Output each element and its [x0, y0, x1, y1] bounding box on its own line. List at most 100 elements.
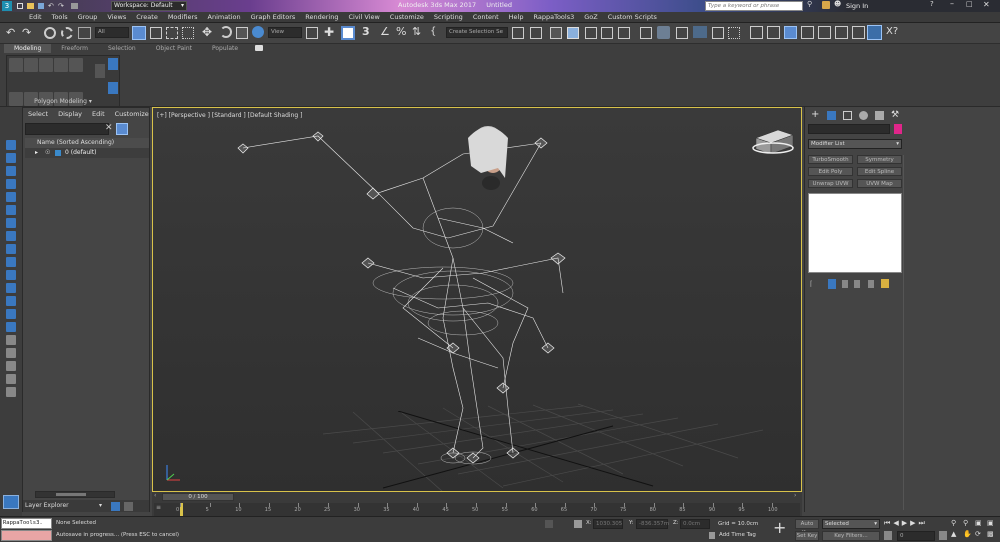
toolstrip-tool-icon[interactable]	[6, 270, 16, 280]
panel-label[interactable]: Polygon Modeling ▾	[7, 98, 119, 105]
maxscript-listener[interactable]: RappaTools3.	[1, 518, 52, 529]
select-object-icon[interactable]	[132, 26, 146, 40]
curve-editor-icon[interactable]	[601, 27, 613, 39]
close-icon[interactable]: ✕	[983, 0, 990, 9]
ribbon-tab-modeling[interactable]: Modeling	[4, 44, 52, 53]
toolstrip-tool-icon[interactable]	[6, 218, 16, 228]
rotate-icon[interactable]	[220, 26, 232, 38]
menu-help[interactable]: Help	[504, 12, 529, 23]
xview-icon[interactable]: X?	[886, 26, 898, 37]
toggle-ribbon-icon[interactable]	[585, 27, 597, 39]
rendered-frame-window-icon[interactable]	[676, 27, 688, 39]
toggle-command-panel-icon[interactable]	[95, 64, 105, 78]
key-filters-button[interactable]: Key Filters...	[822, 531, 880, 541]
clear-search-icon[interactable]: ✕	[105, 123, 113, 133]
menu-graph-editors[interactable]: Graph Editors	[246, 12, 301, 23]
save-file-icon[interactable]	[38, 3, 44, 9]
new-key-icon[interactable]: +	[773, 518, 786, 538]
material-editor-icon[interactable]	[640, 27, 652, 39]
z-coordinate-field[interactable]: 0.0cm	[680, 519, 710, 529]
weight-tool-icon[interactable]	[818, 26, 831, 39]
toolstrip-tool-icon[interactable]	[6, 322, 16, 332]
menu-edit[interactable]: Edit	[24, 12, 47, 23]
field-of-view-icon[interactable]: ▲	[951, 530, 956, 538]
current-frame-field[interactable]: 0	[897, 531, 935, 541]
chevron-down-icon[interactable]: ▾	[99, 500, 102, 512]
toolstrip-tool-icon[interactable]	[6, 140, 16, 150]
render-iterative-icon[interactable]	[712, 27, 724, 39]
spinner-snap-icon[interactable]: ⇅	[412, 25, 421, 38]
project-folder-icon[interactable]	[71, 3, 78, 9]
viewcube[interactable]	[752, 129, 794, 155]
user-icon[interactable]: ☻	[834, 0, 841, 8]
maximize-viewport-icon[interactable]: ▩	[987, 530, 994, 538]
make-unique-icon[interactable]	[842, 280, 848, 288]
previous-frame-icon[interactable]: ◀	[893, 519, 901, 527]
unlink-icon[interactable]	[61, 27, 73, 39]
align-icon[interactable]	[530, 27, 542, 39]
modifier-button-symmetry[interactable]: Symmetry	[857, 155, 902, 164]
mirror-icon[interactable]	[512, 27, 524, 39]
scene-explorer-icon[interactable]	[550, 27, 562, 39]
link-icon[interactable]	[44, 27, 56, 39]
modify-mode-icon[interactable]	[9, 58, 23, 72]
select-manipulate-icon[interactable]: ✚	[324, 25, 334, 39]
menu-views[interactable]: Views	[102, 12, 131, 23]
pin-stack-icon[interactable]	[108, 58, 118, 70]
menu-create[interactable]: Create	[131, 12, 163, 23]
sign-in-link[interactable]: Sign In	[846, 2, 868, 10]
menu-modifiers[interactable]: Modifiers	[163, 12, 203, 23]
angle-snap-icon[interactable]: ∠	[380, 25, 390, 38]
time-slider[interactable]: 0 / 100	[162, 493, 234, 501]
new-file-icon[interactable]	[17, 3, 23, 9]
toolstrip-tool-icon[interactable]	[6, 179, 16, 189]
explorer-menu-customize[interactable]: Customize	[110, 110, 154, 118]
selection-filter-dropdown[interactable]: All	[95, 27, 129, 38]
scale-icon[interactable]	[236, 27, 248, 39]
modifier-stack[interactable]	[808, 193, 902, 273]
toolstrip-tool-icon[interactable]	[6, 166, 16, 176]
hierarchy-tab-icon[interactable]	[843, 111, 852, 120]
filter-icon[interactable]	[116, 123, 128, 135]
toolstrip-tool-icon[interactable]	[6, 231, 16, 241]
zoom-all-icon[interactable]: ⚲	[963, 519, 968, 527]
render-setup-icon[interactable]	[657, 26, 670, 39]
menu-custom-scripts[interactable]: Custom Scripts	[603, 12, 662, 23]
redo-icon[interactable]: ↷	[58, 2, 64, 10]
keyboard-shortcut-override-icon[interactable]	[341, 26, 355, 40]
menu-group[interactable]: Group	[73, 12, 103, 23]
pin-stack-icon[interactable]: ⌈	[810, 280, 813, 288]
modifier-list-dropdown[interactable]: Modifier List ▾	[808, 139, 902, 149]
explorer-menu-select[interactable]: Select	[23, 110, 53, 118]
modifier-button-edit-spline[interactable]: Edit Spline	[857, 167, 902, 176]
toolstrip-tool-icon[interactable]	[6, 153, 16, 163]
border-mode-icon[interactable]	[54, 58, 68, 72]
toolstrip-tool-icon[interactable]	[6, 361, 16, 371]
window-crossing-icon[interactable]	[182, 27, 194, 39]
edit-named-selection-icon[interactable]: {	[430, 26, 436, 37]
skin-tool-icon[interactable]	[784, 26, 797, 39]
menu-rendering[interactable]: Rendering	[300, 12, 343, 23]
explorer-menu-display[interactable]: Display	[53, 110, 87, 118]
modifier-button-uvw-map[interactable]: UVW Map	[857, 179, 902, 188]
paint-weights-icon[interactable]	[835, 26, 848, 39]
track-bar[interactable]: ≡ 0 5 10 15 20 25 30 35 40 45 50 55 60 65 70 75 80 85 90 95…	[154, 503, 800, 516]
toolstrip-tool-icon[interactable]	[6, 244, 16, 254]
display-tab-icon[interactable]	[875, 111, 884, 120]
explorer-type-label[interactable]: Layer Explorer	[25, 502, 69, 509]
timeline-next-icon[interactable]: ›	[794, 492, 796, 499]
mirror-skin-icon[interactable]	[852, 26, 865, 39]
track-bar-menu-icon[interactable]: ≡	[156, 504, 161, 511]
modifier-button-unwrap-uvw[interactable]: Unwrap UVW	[808, 179, 853, 188]
maxscript-output[interactable]	[1, 530, 52, 541]
favorites-icon[interactable]	[822, 1, 830, 9]
edge-mode-icon[interactable]	[39, 58, 53, 72]
menu-animation[interactable]: Animation	[203, 12, 246, 23]
search-input[interactable]: Type a keyword or phrase	[705, 1, 803, 11]
help-icon[interactable]: ?	[930, 0, 934, 8]
ribbon-tab-populate[interactable]: Populate	[202, 44, 248, 53]
menu-goz[interactable]: GoZ	[579, 12, 602, 23]
key-selection-dropdown[interactable]: Selected ▾	[822, 519, 880, 529]
add-time-tag-button[interactable]: Add Time Tag	[719, 532, 756, 538]
go-to-end-icon[interactable]: ⏭	[918, 519, 927, 527]
